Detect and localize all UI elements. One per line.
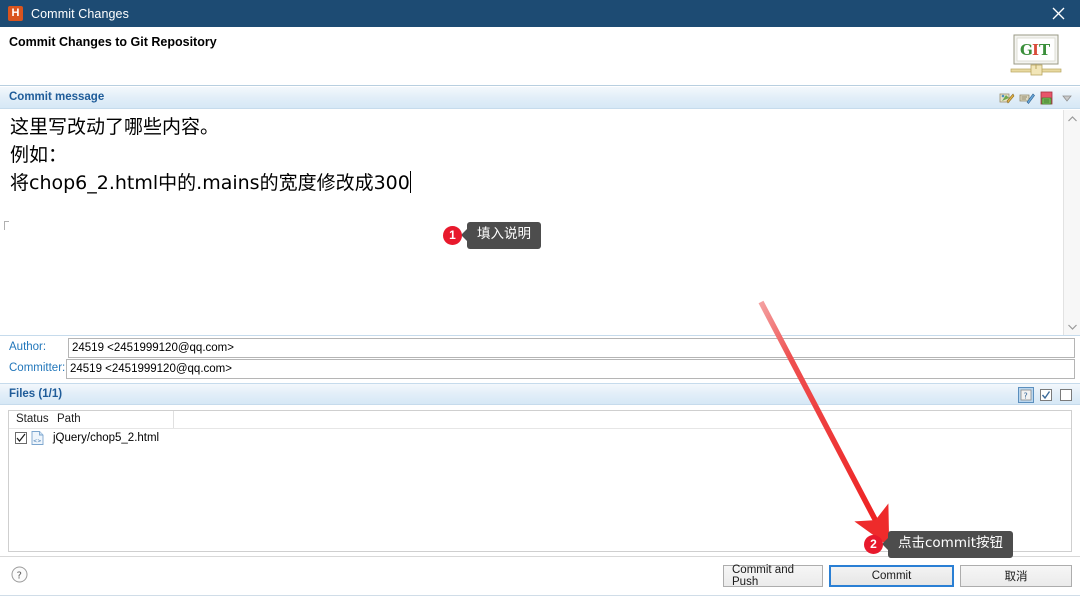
annotation-1-number: 1 (443, 225, 462, 245)
files-toolbar: ? (1018, 387, 1074, 403)
amend-commit-icon[interactable] (999, 90, 1015, 106)
modified-file-icon: <> (31, 431, 44, 445)
commit-message-scrollbar[interactable] (1063, 110, 1080, 335)
commit-message-line-1: 这里写改动了哪些内容。 (10, 116, 220, 138)
chevron-down-icon[interactable] (1064, 318, 1080, 335)
svg-text:?: ? (17, 570, 22, 581)
author-input[interactable]: 24519 <2451999120@qq.com> (68, 338, 1075, 358)
window-titlebar: H Commit Changes (0, 0, 1080, 27)
commit-changes-dialog: H Commit Changes Commit Changes to Git R… (0, 0, 1080, 599)
commit-message-line-3: 将chop6_2.html中的.mains的宽度修改成300 (10, 172, 410, 194)
dropdown-arrow-icon[interactable] (1059, 90, 1075, 106)
add-change-id-icon[interactable] (1039, 90, 1055, 106)
footer-bottom-edge (0, 595, 1080, 599)
svg-text:I: I (1032, 41, 1039, 59)
window-title: Commit Changes (31, 6, 129, 21)
author-row: Author: 24519 <2451999120@qq.com> (0, 338, 1080, 359)
committer-input[interactable]: 24519 <2451999120@qq.com> (66, 359, 1075, 379)
files-table-header: Status Path (9, 411, 1071, 429)
commit-message-text: 这里写改动了哪些内容。 例如： 将chop6_2.html中的.mains的宽度… (10, 113, 1045, 197)
annotation-2-number: 2 (864, 534, 883, 554)
column-header-status[interactable]: Status (16, 413, 49, 425)
svg-text:<>: <> (33, 439, 41, 445)
page-title: Commit Changes to Git Repository (9, 35, 217, 49)
svg-text:T: T (1039, 41, 1051, 59)
column-header-path[interactable]: Path (57, 413, 81, 425)
signed-off-icon[interactable] (1019, 90, 1035, 106)
commit-message-section-header: Commit message (0, 87, 1080, 109)
cancel-button[interactable]: 取消 (960, 565, 1072, 587)
dialog-header: Commit Changes to Git Repository G I T (0, 27, 1080, 86)
show-untracked-icon[interactable]: ? (1018, 387, 1034, 403)
annotation-2: 2 点击commit按钮 (864, 531, 1014, 558)
file-path: jQuery/chop5_2.html (53, 432, 160, 444)
files-section-header: Files (1/1) ? (0, 383, 1080, 405)
annotation-1: 1 填入说明 (443, 222, 541, 249)
h-app-icon: H (8, 6, 23, 21)
annotation-1-label: 填入说明 (461, 222, 541, 249)
column-divider[interactable] (173, 411, 174, 428)
text-caret (409, 171, 411, 193)
deselect-all-icon[interactable] (1058, 387, 1074, 403)
git-logo: G I T (1008, 32, 1064, 80)
committer-row: Committer: 24519 <2451999120@qq.com> (0, 359, 1080, 380)
scrollbar-track[interactable] (1064, 127, 1080, 318)
chevron-up-icon[interactable] (1064, 110, 1080, 127)
help-icon[interactable]: ? (11, 566, 28, 583)
commit-message-line-2: 例如： (10, 144, 68, 166)
footer-buttons: Commit and Push Commit 取消 (723, 564, 1072, 588)
author-label: Author: (9, 341, 47, 353)
text-origin-marker (4, 221, 9, 230)
files-label: Files (1/1) (9, 388, 63, 400)
commit-button[interactable]: Commit (829, 565, 954, 587)
committer-label: Committer: (9, 362, 66, 374)
file-checkbox[interactable] (15, 432, 27, 444)
commit-message-label: Commit message (9, 91, 105, 103)
close-icon[interactable] (1036, 0, 1080, 27)
select-all-icon[interactable] (1038, 387, 1054, 403)
svg-text:G: G (1020, 41, 1033, 59)
commit-and-push-button[interactable]: Commit and Push (723, 564, 823, 588)
commit-message-toolbar (999, 90, 1075, 106)
annotation-2-label: 点击commit按钮 (881, 531, 1014, 558)
table-row[interactable]: <> jQuery/chop5_2.html (9, 429, 1071, 447)
svg-text:?: ? (1024, 392, 1028, 401)
